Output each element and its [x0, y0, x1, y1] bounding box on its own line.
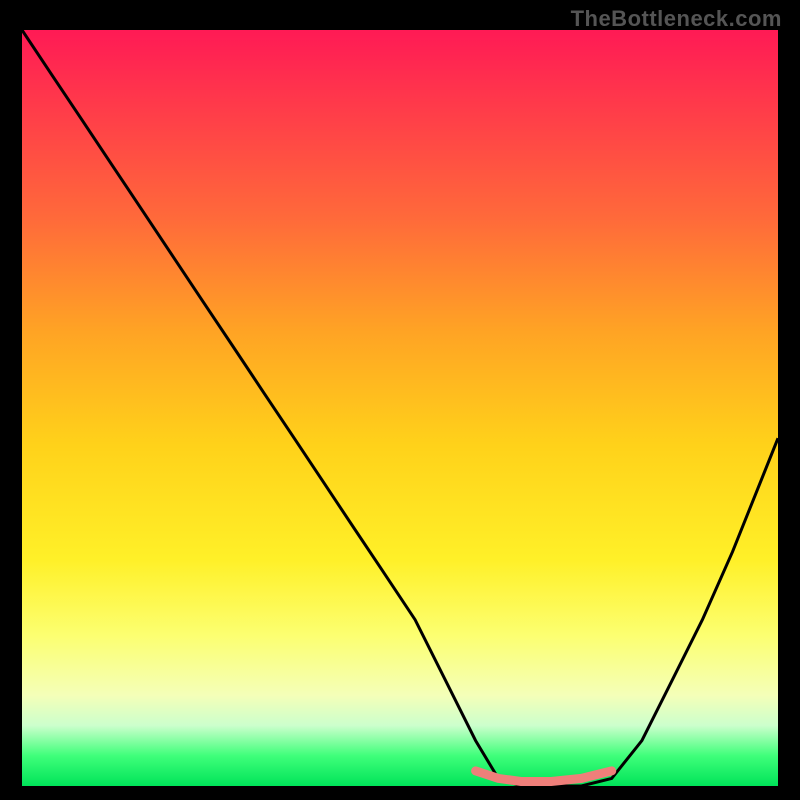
chart-root: TheBottleneck.com — [0, 0, 800, 800]
chart-frame — [22, 30, 778, 786]
chart-background-gradient — [22, 30, 778, 786]
watermark-text: TheBottleneck.com — [571, 6, 782, 32]
